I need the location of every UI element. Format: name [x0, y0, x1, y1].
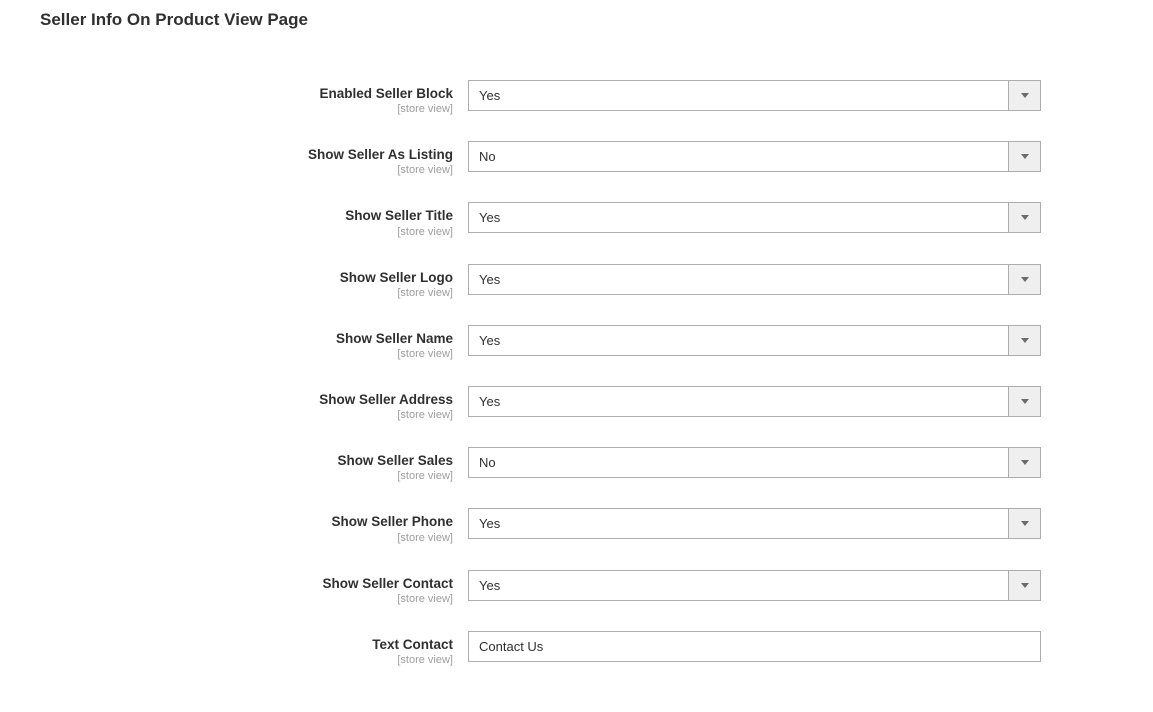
field-scope: [store view] — [40, 470, 453, 482]
show-seller-address-select[interactable]: Yes — [468, 386, 1041, 417]
select-value[interactable]: Yes — [468, 325, 1008, 356]
text-contact-input[interactable] — [468, 631, 1041, 662]
field-label-wrap: Show Seller Address[store view] — [40, 386, 468, 421]
field-row-show-seller-address: Show Seller Address[store view]Yes — [40, 386, 1093, 421]
field-scope: [store view] — [40, 348, 453, 360]
field-label: Enabled Seller Block — [40, 86, 453, 102]
field-scope: [store view] — [40, 409, 453, 421]
chevron-down-icon[interactable] — [1008, 264, 1041, 295]
form-container: Enabled Seller Block[store view]YesShow … — [40, 80, 1093, 666]
chevron-down-icon[interactable] — [1008, 570, 1041, 601]
select-value[interactable]: No — [468, 447, 1008, 478]
field-label-wrap: Show Seller Phone [store view] — [40, 508, 468, 543]
select-value[interactable]: Yes — [468, 508, 1008, 539]
field-label-wrap: Show Seller Title [store view] — [40, 202, 468, 237]
chevron-down-icon[interactable] — [1008, 508, 1041, 539]
show-seller-phone-select[interactable]: Yes — [468, 508, 1041, 539]
field-control: Yes — [468, 570, 1041, 601]
show-seller-name-select[interactable]: Yes — [468, 325, 1041, 356]
field-control: Yes — [468, 386, 1041, 417]
select-value[interactable]: Yes — [468, 202, 1008, 233]
field-scope: [store view] — [40, 593, 453, 605]
field-row-show-seller-contact: Show Seller Contact[store view]Yes — [40, 570, 1093, 605]
field-row-show-seller-sales: Show Seller Sales[store view]No — [40, 447, 1093, 482]
field-row-show-seller-logo: Show Seller Logo[store view]Yes — [40, 264, 1093, 299]
chevron-down-icon[interactable] — [1008, 447, 1041, 478]
field-control — [468, 631, 1041, 662]
field-label-wrap: Show Seller As Listing[store view] — [40, 141, 468, 176]
field-label: Show Seller Title — [40, 208, 453, 224]
field-row-show-seller-title: Show Seller Title [store view] Yes — [40, 202, 1093, 237]
field-label-wrap: Text Contact[store view] — [40, 631, 468, 666]
field-row-text-contact: Text Contact[store view] — [40, 631, 1093, 666]
select-value[interactable]: No — [468, 141, 1008, 172]
field-label: Show Seller Contact — [40, 576, 453, 592]
field-control: No — [468, 447, 1041, 478]
field-label: Show Seller Logo — [40, 270, 453, 286]
select-value[interactable]: Yes — [468, 80, 1008, 111]
field-control: Yes — [468, 508, 1041, 539]
field-row-enabled-seller-block: Enabled Seller Block[store view]Yes — [40, 80, 1093, 115]
field-label-wrap: Enabled Seller Block[store view] — [40, 80, 468, 115]
chevron-down-icon[interactable] — [1008, 202, 1041, 233]
field-scope: [store view] — [40, 532, 453, 544]
show-seller-title-select[interactable]: Yes — [468, 202, 1041, 233]
field-control: Yes — [468, 202, 1041, 233]
chevron-down-icon[interactable] — [1008, 386, 1041, 417]
field-control: Yes — [468, 325, 1041, 356]
field-control: No — [468, 141, 1041, 172]
chevron-down-icon[interactable] — [1008, 141, 1041, 172]
show-seller-as-listing-select[interactable]: No — [468, 141, 1041, 172]
select-value[interactable]: Yes — [468, 264, 1008, 295]
field-control: Yes — [468, 264, 1041, 295]
field-label: Show Seller Address — [40, 392, 453, 408]
chevron-down-icon[interactable] — [1008, 325, 1041, 356]
field-scope: [store view] — [40, 164, 453, 176]
field-label: Show Seller Phone — [40, 514, 453, 530]
field-row-show-seller-name: Show Seller Name[store view]Yes — [40, 325, 1093, 360]
field-scope: [store view] — [40, 654, 453, 666]
field-scope: [store view] — [40, 287, 453, 299]
chevron-down-icon[interactable] — [1008, 80, 1041, 111]
field-scope: [store view] — [40, 226, 453, 238]
field-control: Yes — [468, 80, 1041, 111]
section-title: Seller Info On Product View Page — [40, 10, 1113, 30]
field-label-wrap: Show Seller Name[store view] — [40, 325, 468, 360]
field-row-show-seller-phone: Show Seller Phone [store view] Yes — [40, 508, 1093, 543]
enabled-seller-block-select[interactable]: Yes — [468, 80, 1041, 111]
field-label-wrap: Show Seller Logo[store view] — [40, 264, 468, 299]
field-label: Show Seller Name — [40, 331, 453, 347]
select-value[interactable]: Yes — [468, 570, 1008, 601]
show-seller-contact-select[interactable]: Yes — [468, 570, 1041, 601]
field-label: Show Seller Sales — [40, 453, 453, 469]
field-row-show-seller-as-listing: Show Seller As Listing[store view]No — [40, 141, 1093, 176]
show-seller-sales-select[interactable]: No — [468, 447, 1041, 478]
field-label: Text Contact — [40, 637, 453, 653]
field-scope: [store view] — [40, 103, 453, 115]
field-label-wrap: Show Seller Contact[store view] — [40, 570, 468, 605]
select-value[interactable]: Yes — [468, 386, 1008, 417]
show-seller-logo-select[interactable]: Yes — [468, 264, 1041, 295]
field-label-wrap: Show Seller Sales[store view] — [40, 447, 468, 482]
field-label: Show Seller As Listing — [40, 147, 453, 163]
